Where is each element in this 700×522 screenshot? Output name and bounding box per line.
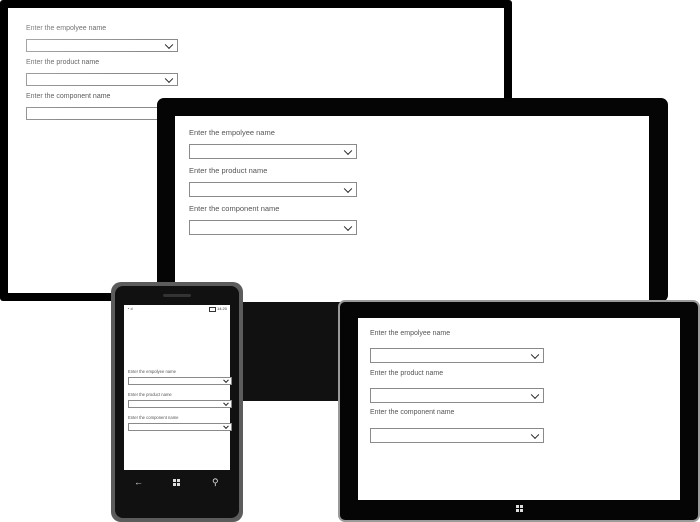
battery-icon (209, 307, 216, 312)
screen-glare (8, 8, 178, 128)
employee-dropdown[interactable] (189, 144, 357, 159)
employee-dropdown[interactable] (128, 377, 232, 385)
component-dropdown[interactable] (189, 220, 357, 235)
product-label: Enter the product name (370, 370, 444, 377)
phone-signal-icon: ◔ ıl (127, 306, 133, 311)
monitor: Enter the empolyee name Enter the produc… (157, 98, 668, 302)
chevron-down-icon (530, 390, 540, 399)
employee-dropdown[interactable] (370, 348, 544, 363)
employee-label: Enter the empolyee name (370, 330, 451, 337)
monitor-stand (240, 301, 340, 401)
monitor-screen: Enter the empolyee name Enter the produc… (175, 116, 649, 302)
phone-screen: ◔ ıl 14:20 Enter the empolyee name Enter… (124, 305, 232, 470)
product-dropdown[interactable] (189, 182, 357, 197)
phone-status-bar: ◔ ıl 14:20 (124, 305, 230, 313)
chevron-down-icon (223, 423, 229, 430)
chevron-down-icon (343, 222, 353, 231)
product-label: Enter the product name (189, 166, 268, 175)
employee-label: Enter the empolyee name (128, 369, 176, 374)
chevron-down-icon (223, 377, 229, 384)
windows-logo-icon[interactable] (173, 479, 180, 486)
component-dropdown[interactable] (370, 428, 544, 443)
phone-time: 14:20 (216, 306, 227, 311)
back-arrow-icon[interactable]: ← (134, 477, 143, 487)
chevron-down-icon (343, 146, 353, 155)
tablet: Enter the empolyee name Enter the produc… (338, 300, 700, 522)
chevron-down-icon (343, 184, 353, 193)
search-icon[interactable]: ⚲ (212, 477, 219, 488)
tablet-screen: Enter the empolyee name Enter the produc… (358, 318, 680, 500)
windows-logo-icon[interactable] (516, 505, 523, 512)
product-dropdown[interactable] (128, 400, 232, 408)
component-dropdown[interactable] (128, 423, 232, 431)
phone-body: ◔ ıl 14:20 Enter the empolyee name Enter… (115, 286, 239, 518)
chevron-down-icon (530, 350, 540, 359)
product-dropdown[interactable] (370, 388, 544, 403)
product-label: Enter the product name (128, 392, 172, 397)
component-label: Enter the component name (370, 409, 455, 416)
chevron-down-icon (530, 430, 540, 439)
phone: ◔ ıl 14:20 Enter the empolyee name Enter… (111, 282, 243, 522)
employee-label: Enter the empolyee name (189, 128, 275, 137)
chevron-down-icon (223, 400, 229, 407)
phone-speaker (163, 294, 191, 297)
phone-nav-bar: ← ⚲ (124, 473, 230, 495)
component-label: Enter the component name (128, 415, 179, 420)
component-label: Enter the component name (189, 204, 280, 213)
